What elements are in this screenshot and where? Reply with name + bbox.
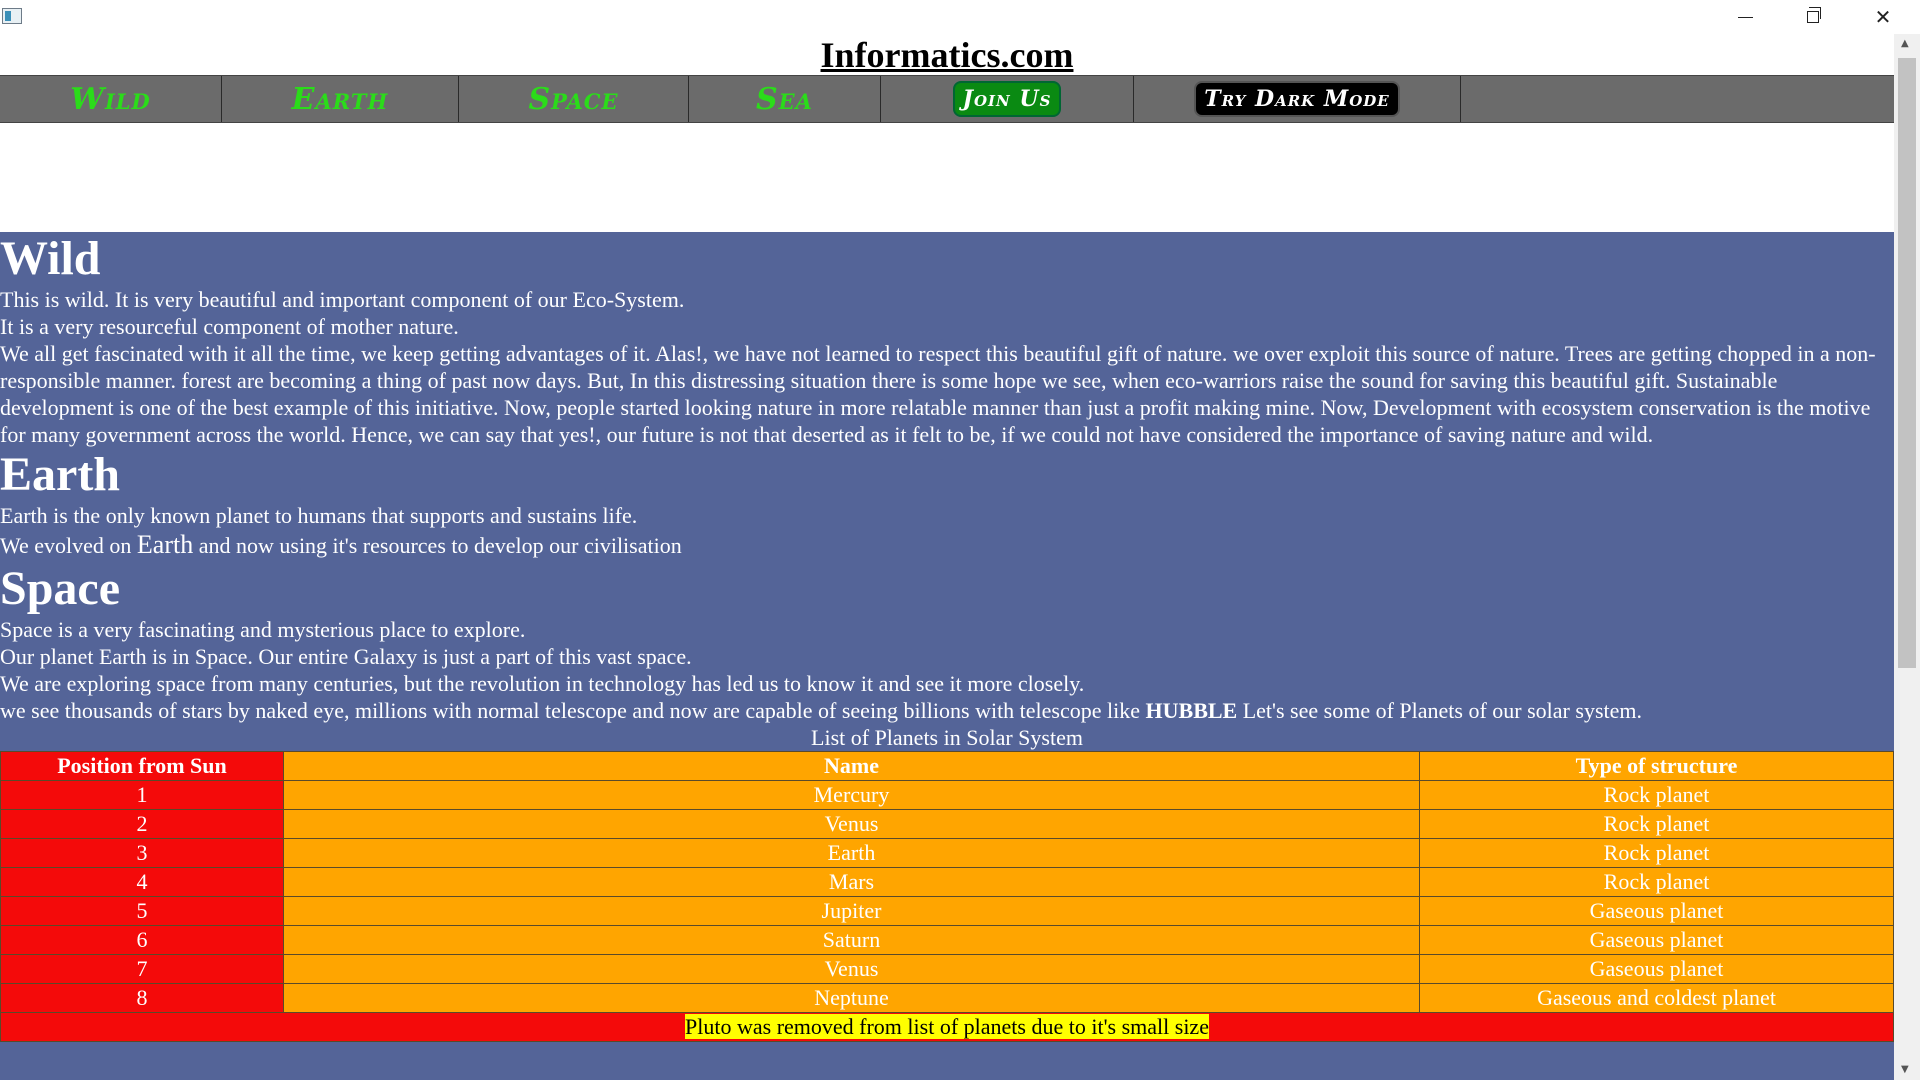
cell-type: Gaseous planet bbox=[1419, 896, 1894, 926]
scroll-down-icon[interactable]: ▼ bbox=[1901, 1064, 1909, 1075]
space-line-2: Our planet Earth is in Space. Our entire… bbox=[0, 644, 692, 669]
header-position: Position from Sun bbox=[0, 751, 284, 781]
scroll-up-icon[interactable]: ▲ bbox=[1901, 38, 1909, 49]
join-us-button[interactable]: Join Us bbox=[952, 81, 1062, 117]
table-row: 3 Earth Rock planet bbox=[0, 838, 1894, 868]
cell-name: Venus bbox=[283, 809, 1420, 839]
space-line-3: We are exploring space from many centuri… bbox=[0, 671, 1085, 696]
cell-type: Rock planet bbox=[1419, 838, 1894, 868]
nav-earth[interactable]: Earth bbox=[222, 76, 459, 122]
close-icon[interactable]: ✕ bbox=[1853, 0, 1913, 34]
hubble-text: HUBBLE bbox=[1145, 698, 1238, 723]
nav-join-cell: Join Us bbox=[881, 76, 1134, 122]
header-type: Type of structure bbox=[1419, 751, 1894, 781]
cell-position: 3 bbox=[0, 838, 284, 868]
table-caption: List of Planets in Solar System bbox=[811, 725, 1083, 750]
nav-space[interactable]: Space bbox=[459, 76, 689, 122]
cell-position: 2 bbox=[0, 809, 284, 839]
table-header-row: Position from Sun Name Type of structure bbox=[0, 751, 1894, 781]
restore-icon[interactable] bbox=[1783, 0, 1843, 34]
cell-type: Rock planet bbox=[1419, 809, 1894, 839]
table-body: 1 Mercury Rock planet 2 Venus Rock planet 3 Ear… bbox=[0, 780, 1894, 1013]
site-title: Informatics.com bbox=[820, 35, 1074, 75]
earth-line-2-pre: We evolved on bbox=[0, 533, 137, 558]
cell-name: Neptune bbox=[283, 983, 1420, 1013]
earth-line-1: Earth is the only known planet to humans… bbox=[0, 503, 638, 528]
space-line-4-pre: we see thousands of stars by naked eye, … bbox=[0, 698, 1146, 723]
earth-section: Earth Earth is the only known planet to … bbox=[0, 448, 1894, 562]
earth-emphasis: Earth bbox=[136, 530, 194, 559]
earth-line-2-post: and now using it's resources to develop … bbox=[193, 533, 682, 558]
cell-name: Earth bbox=[283, 838, 1420, 868]
nav-wild[interactable]: Wild bbox=[0, 76, 222, 122]
table-row: 5 Jupiter Gaseous planet bbox=[0, 896, 1894, 926]
pluto-note-cell: Pluto was removed from list of planets d… bbox=[0, 1012, 1894, 1042]
app-icon bbox=[2, 8, 22, 24]
cell-position: 1 bbox=[0, 780, 284, 810]
dark-mode-button[interactable]: Try Dark Mode bbox=[1194, 81, 1400, 117]
cell-type: Rock planet bbox=[1419, 867, 1894, 897]
cell-type: Rock planet bbox=[1419, 780, 1894, 810]
space-line-4-post: Let's see some of Planets of our solar s… bbox=[1237, 698, 1642, 723]
cell-position: 8 bbox=[0, 983, 284, 1013]
earth-heading: Earth bbox=[0, 448, 120, 501]
planets-table: Position from Sun Name Type of structure… bbox=[0, 751, 1894, 1042]
window-titlebar: ✕ bbox=[0, 0, 1920, 34]
table-row: 2 Venus Rock planet bbox=[0, 809, 1894, 839]
cell-position: 6 bbox=[0, 925, 284, 955]
header-name: Name bbox=[283, 751, 1420, 781]
space-heading: Space bbox=[0, 562, 120, 615]
table-footer-row: Pluto was removed from list of planets d… bbox=[0, 1012, 1894, 1042]
table-row: 1 Mercury Rock planet bbox=[0, 780, 1894, 810]
table-row: 8 Neptune Gaseous and coldest planet bbox=[0, 983, 1894, 1013]
main-content: Wild This is wild. It is very beautiful … bbox=[0, 232, 1894, 1080]
cell-position: 4 bbox=[0, 867, 284, 897]
wild-line-2: It is a very resourceful component of mo… bbox=[0, 314, 459, 339]
pluto-note: Pluto was removed from list of planets d… bbox=[685, 1014, 1209, 1039]
space-section: Space Space is a very fascinating and my… bbox=[0, 562, 1894, 724]
table-row: 4 Mars Rock planet bbox=[0, 867, 1894, 897]
nav-sea[interactable]: Sea bbox=[689, 76, 881, 122]
minimize-icon[interactable] bbox=[1715, 0, 1775, 34]
nav-dark-cell: Try Dark Mode bbox=[1134, 76, 1461, 122]
cell-name: Mars bbox=[283, 867, 1420, 897]
cell-name: Venus bbox=[283, 954, 1420, 984]
space-line-1: Space is a very fascinating and mysterio… bbox=[0, 617, 526, 642]
cell-type: Gaseous and coldest planet bbox=[1419, 983, 1894, 1013]
table-row: 7 Venus Gaseous planet bbox=[0, 954, 1894, 984]
space-line-4: we see thousands of stars by naked eye, … bbox=[0, 697, 1894, 724]
scrollbar-thumb[interactable] bbox=[1898, 58, 1916, 668]
main-nav: Wild Earth Space Sea Join Us Try Dark Mo… bbox=[0, 75, 1894, 123]
table-row: 6 Saturn Gaseous planet bbox=[0, 925, 1894, 955]
cell-position: 5 bbox=[0, 896, 284, 926]
cell-position: 7 bbox=[0, 954, 284, 984]
wild-paragraph: We all get fascinated with it all the ti… bbox=[0, 341, 1876, 447]
cell-name: Jupiter bbox=[283, 896, 1420, 926]
cell-type: Gaseous planet bbox=[1419, 954, 1894, 984]
cell-type: Gaseous planet bbox=[1419, 925, 1894, 955]
wild-section: Wild This is wild. It is very beautiful … bbox=[0, 232, 1894, 448]
vertical-scrollbar[interactable]: ▲ ▼ bbox=[1894, 34, 1920, 1080]
cell-name: Saturn bbox=[283, 925, 1420, 955]
wild-heading: Wild bbox=[0, 232, 101, 285]
earth-line-2: We evolved on Earth and now using it's r… bbox=[0, 529, 1894, 562]
cell-name: Mercury bbox=[283, 780, 1420, 810]
wild-line-1: This is wild. It is very beautiful and i… bbox=[0, 287, 685, 312]
